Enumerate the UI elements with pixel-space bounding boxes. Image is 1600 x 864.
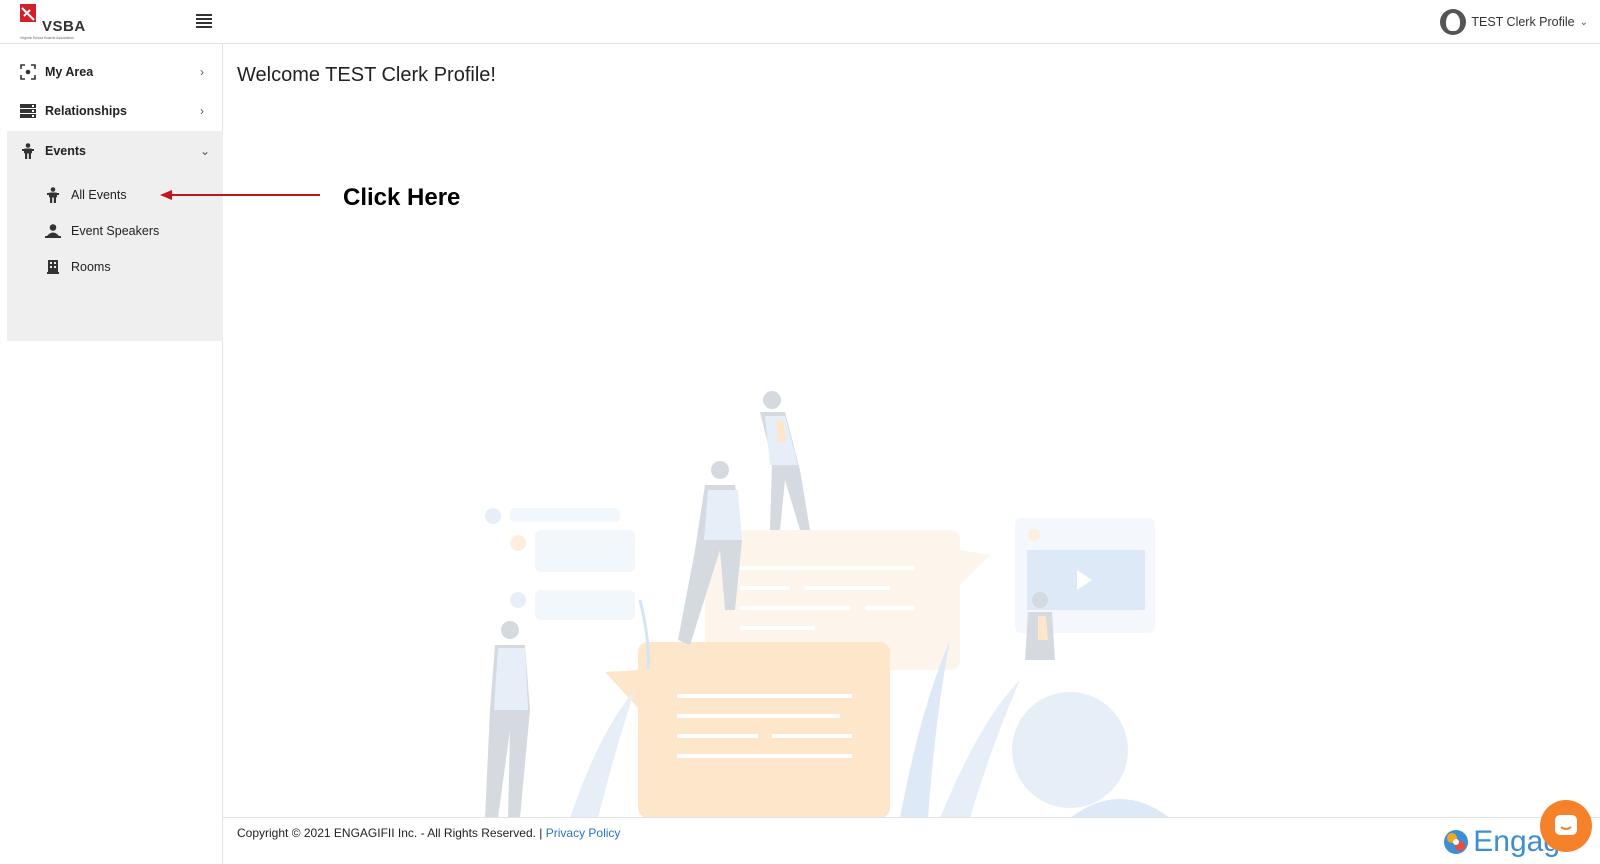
sidebar-item-label: Relationships [45,104,127,118]
events-submenu: Events ⌄ All Events Event Speakers Rooms [7,131,223,341]
focus-icon [19,63,37,81]
copyright-text: Copyright © 2021 ENGAGIFII Inc. - All Ri… [237,826,620,840]
footer: Copyright © 2021 ENGAGIFII Inc. - All Ri… [223,817,1600,864]
top-bar: VSBA Virginia School Boards Association … [0,0,1600,44]
person-icon [19,142,37,160]
chevron-right-icon: › [200,65,204,79]
logo-subtitle: Virginia School Boards Association [20,36,75,40]
submenu-item-label: Rooms [71,260,111,274]
sidebar: My Area › Relationships › Events ⌄ All E… [0,44,223,864]
speaker-icon [45,223,61,239]
sidebar-item-my-area[interactable]: My Area › [0,52,222,92]
sidebar-item-events[interactable]: Events ⌄ [0,131,222,171]
person-icon [45,187,61,203]
chat-launcher-button[interactable] [1540,800,1592,852]
annotation-label: Click Here [343,184,461,211]
submenu-item-event-speakers[interactable]: Event Speakers [7,214,223,248]
profile-menu[interactable]: TEST Clerk Profile ⌄ [1440,9,1588,35]
sidebar-item-label: Events [45,144,86,158]
hamburger-menu-icon[interactable] [196,14,212,28]
submenu-item-label: Event Speakers [71,224,160,238]
welcome-heading: Welcome TEST Clerk Profile! [237,64,496,86]
annotation-arrow [160,190,320,200]
chevron-down-icon: ⌄ [200,144,211,158]
logo-text: VSBA [42,18,86,35]
avatar [1440,9,1467,35]
chat-icon [1555,815,1577,835]
profile-name: TEST Clerk Profile [1471,15,1575,29]
copyright-label: Copyright © 2021 ENGAGIFII Inc. - All Ri… [237,826,546,840]
teamwork-illustration [485,391,1170,818]
submenu-item-rooms[interactable]: Rooms [7,250,223,284]
chevron-right-icon: › [200,104,204,118]
vsba-logo-mark [20,4,36,22]
submenu-item-label: All Events [71,188,127,202]
vsba-logo[interactable]: VSBA Virginia School Boards Association [20,4,90,42]
sidebar-item-label: My Area [45,65,94,79]
engagifii-logo-icon [1444,830,1469,854]
chevron-down-icon: ⌄ [1579,16,1588,28]
privacy-policy-link[interactable]: Privacy Policy [546,826,621,840]
sidebar-item-relationships[interactable]: Relationships › [0,91,222,131]
server-icon [19,102,37,120]
building-icon [45,259,61,275]
